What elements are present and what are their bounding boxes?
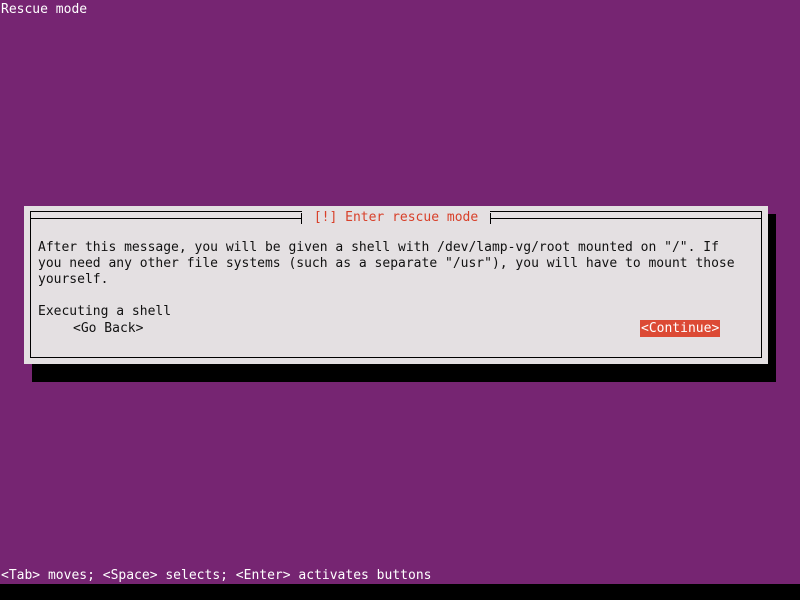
bottom-black-strip	[0, 584, 800, 600]
page-title: Rescue mode	[1, 2, 88, 17]
dialog-button-row: <Go Back> <Continue>	[38, 320, 762, 338]
dialog-content: After this message, you will be given a …	[38, 240, 762, 338]
go-back-button[interactable]: <Go Back>	[72, 320, 144, 337]
dialog-message-line-1: After this message, you will be given a …	[38, 240, 719, 255]
continue-button[interactable]: <Continue>	[640, 320, 721, 337]
dialog-message-line-2: you need any other file systems (such as…	[38, 256, 735, 271]
dialog-message-line-3: yourself.	[38, 272, 109, 287]
dialog-status-text: Executing a shell	[38, 304, 172, 319]
keyboard-help-bar: <Tab> moves; <Space> selects; <Enter> ac…	[1, 568, 432, 583]
installer-screen: Rescue mode [!] Enter rescue mode After …	[0, 0, 800, 600]
